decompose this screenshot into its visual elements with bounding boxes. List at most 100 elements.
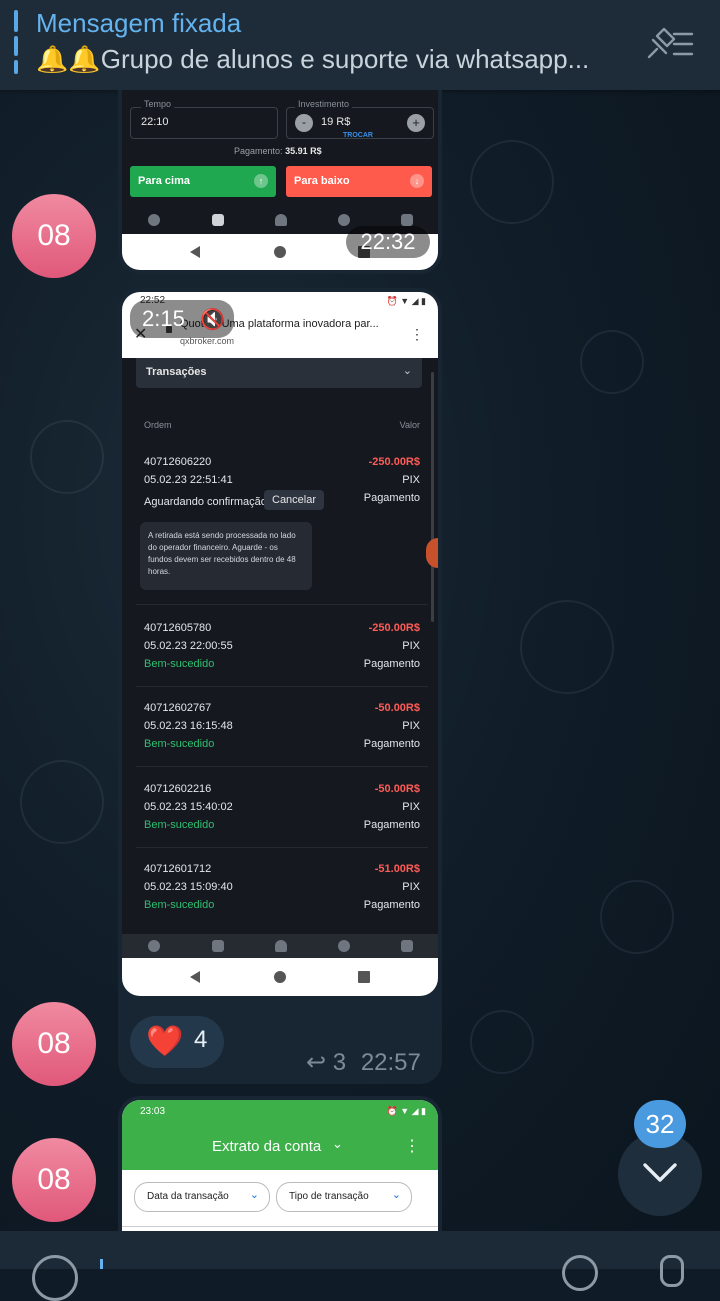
transaction-date: 05.02.23 22:00:55 bbox=[144, 640, 233, 652]
more-icon: ⋮ bbox=[404, 1138, 420, 1155]
background-doodle bbox=[600, 880, 674, 954]
transaction-type: Pagamento bbox=[363, 492, 420, 504]
transaction-type: Pagamento bbox=[363, 819, 420, 831]
transaction-date: 05.02.23 15:40:02 bbox=[144, 801, 233, 813]
down-label: Para baixo bbox=[294, 175, 350, 187]
date-filter-label: Data da transação bbox=[147, 1191, 229, 1202]
status-icons: ⏰ ▼ ◢ ▮ bbox=[386, 1106, 427, 1116]
transaction-date: 05.02.23 15:09:40 bbox=[144, 881, 233, 893]
transaction-status: Bem-sucedido bbox=[144, 819, 215, 831]
transaction-order: 40712602216 bbox=[144, 783, 212, 795]
cancel-button: Cancelar bbox=[264, 490, 325, 510]
app-header: 23:03 ⏰ ▼ ◢ ▮ Extrato da conta ⌄ ⋮ bbox=[122, 1100, 438, 1170]
background-doodle bbox=[520, 600, 614, 694]
help-icon bbox=[148, 214, 160, 226]
help-icon bbox=[148, 940, 160, 952]
chevron-down-icon: ⌄ bbox=[391, 1189, 401, 1201]
pinned-message-bar[interactable]: Mensagem fixada 🔔🔔Grupo de alunos e supo… bbox=[0, 0, 720, 90]
background-doodle bbox=[580, 330, 644, 394]
statement-title: Extrato da conta bbox=[212, 1138, 322, 1155]
background-doodle bbox=[20, 760, 104, 844]
transaction-order: 40712606220 bbox=[144, 456, 212, 468]
transaction-row: 40712602767 -50.00R$ 05.02.23 16:15:48 P… bbox=[136, 702, 424, 752]
investment-label: Investimento bbox=[295, 99, 353, 109]
user-icon bbox=[275, 940, 287, 952]
message-time: 22:32 bbox=[346, 226, 430, 258]
video-duration-pill[interactable]: 2:15 🔇 bbox=[130, 300, 234, 338]
app-tab-bar bbox=[122, 934, 438, 958]
message-bubble[interactable]: 22:52 ⏰ ▼ ◢ ▮ ✕ Quotex: Uma plataforma i… bbox=[118, 288, 442, 1084]
gear-icon bbox=[338, 940, 350, 952]
home-icon bbox=[274, 246, 286, 258]
transaction-amount: -50.00R$ bbox=[374, 783, 420, 795]
avatar[interactable]: 08 bbox=[12, 1138, 96, 1222]
transaction-row: 40712602216 -50.00R$ 05.02.23 15:40:02 P… bbox=[136, 783, 424, 833]
transaction-method: PIX bbox=[402, 640, 420, 652]
transaction-order: 40712602767 bbox=[144, 702, 212, 714]
more-icon: ⋮ bbox=[410, 326, 424, 342]
up-label: Para cima bbox=[138, 175, 190, 187]
pinned-text: 🔔🔔Grupo de alunos e suporte via whatsapp… bbox=[36, 44, 590, 74]
pinned-indicator bbox=[14, 36, 18, 56]
screenshot-image[interactable]: Tempo 22:10 Investimento - 19 R$ + TROCA… bbox=[122, 90, 438, 270]
tempo-field: Tempo 22:10 bbox=[130, 99, 278, 139]
reaction-chip[interactable]: ❤️ 4 bbox=[130, 1016, 224, 1068]
message-bubble[interactable]: 23:03 ⏰ ▼ ◢ ▮ Extrato da conta ⌄ ⋮ Data … bbox=[118, 1096, 442, 1236]
pin-list-icon[interactable] bbox=[644, 26, 696, 62]
screenshot-image[interactable]: 23:03 ⏰ ▼ ◢ ▮ Extrato da conta ⌄ ⋮ Data … bbox=[122, 1100, 438, 1236]
chart-icon bbox=[212, 214, 224, 226]
down-button: Para baixo ↓ bbox=[286, 166, 432, 197]
transaction-row: 40712606220 -250.00R$ 05.02.23 22:51:41 … bbox=[136, 456, 424, 596]
payment-value: 35.91 R$ bbox=[285, 146, 322, 156]
video-thumbnail[interactable]: 22:52 ⏰ ▼ ◢ ▮ ✕ Quotex: Uma plataforma i… bbox=[122, 292, 438, 996]
transaction-status: Bem-sucedido bbox=[144, 738, 215, 750]
tempo-value: 22:10 bbox=[141, 116, 169, 128]
message-bubble[interactable]: Tempo 22:10 Investimento - 19 R$ + TROCA… bbox=[118, 90, 442, 274]
arrow-up-icon: ↑ bbox=[254, 174, 268, 188]
pinned-title: Mensagem fixada bbox=[36, 8, 242, 38]
investment-value: 19 R$ bbox=[321, 116, 351, 128]
transaction-date: 05.02.23 22:51:41 bbox=[144, 474, 233, 486]
divider bbox=[136, 847, 428, 848]
status-time: 23:03 bbox=[140, 1106, 166, 1117]
chart-icon bbox=[212, 940, 224, 952]
arrow-down-icon: ↓ bbox=[410, 174, 424, 188]
divider bbox=[122, 1226, 438, 1227]
microphone-icon[interactable] bbox=[660, 1255, 684, 1287]
chevron-down-icon: ⌄ bbox=[332, 1136, 343, 1151]
divider bbox=[136, 766, 428, 767]
user-icon bbox=[275, 214, 287, 226]
date-filter: Data da transação ⌄ bbox=[134, 1182, 270, 1212]
background-doodle bbox=[470, 1010, 534, 1074]
payment-label: Pagamento: bbox=[234, 146, 283, 156]
chevron-down-icon bbox=[643, 1163, 677, 1182]
attach-icon[interactable] bbox=[562, 1255, 598, 1291]
emoji-icon[interactable] bbox=[32, 1255, 78, 1301]
transaction-amount: -51.00R$ bbox=[374, 863, 420, 875]
transaction-row: 40712605780 -250.00R$ 05.02.23 22:00:55 … bbox=[136, 622, 424, 672]
home-icon bbox=[274, 971, 286, 983]
recents-icon bbox=[358, 971, 370, 983]
transaction-type: Pagamento bbox=[363, 658, 420, 670]
chat-icon bbox=[401, 940, 413, 952]
transaction-method: PIX bbox=[402, 720, 420, 732]
avatar[interactable]: 08 bbox=[12, 194, 96, 278]
transaction-row: 40712601712 -51.00R$ 05.02.23 15:09:40 P… bbox=[136, 863, 424, 913]
order-column-header: Ordem bbox=[144, 420, 172, 430]
back-icon bbox=[190, 246, 200, 258]
transaction-amount: -250.00R$ bbox=[368, 456, 420, 468]
muted-speaker-icon[interactable]: 🔇 bbox=[200, 307, 225, 332]
transaction-status: Bem-sucedido bbox=[144, 899, 215, 911]
payment-row: Pagamento: 35.91 R$ bbox=[234, 146, 322, 156]
tempo-label: Tempo bbox=[141, 99, 175, 109]
heart-icon: ❤️ bbox=[146, 1025, 184, 1058]
unread-badge: 32 bbox=[634, 1100, 686, 1148]
type-filter: Tipo de transação ⌄ bbox=[276, 1182, 412, 1212]
message-input-bar[interactable] bbox=[0, 1231, 720, 1301]
background-doodle bbox=[30, 420, 104, 494]
up-button: Para cima ↑ bbox=[130, 166, 276, 197]
reply-icon[interactable]: ↩ bbox=[306, 1049, 326, 1076]
avatar[interactable]: 08 bbox=[12, 1002, 96, 1086]
investment-field: Investimento - 19 R$ + TROCAR bbox=[286, 99, 434, 139]
replies-count[interactable]: 3 bbox=[333, 1049, 346, 1076]
